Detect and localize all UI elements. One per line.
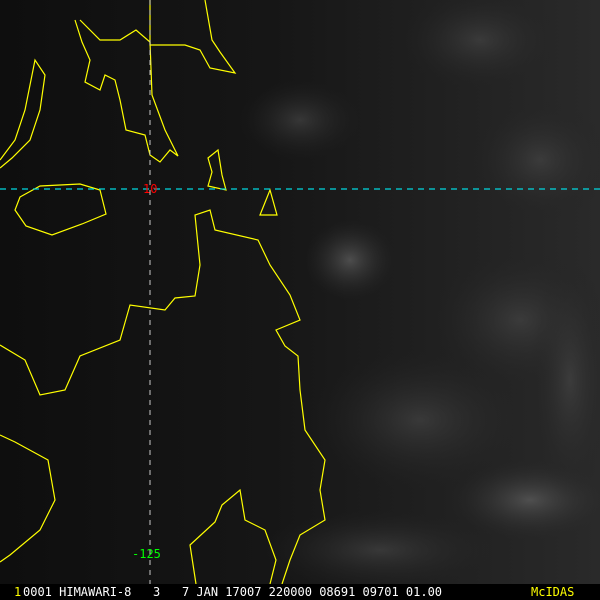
satellite-imagery	[0, 0, 600, 600]
info-bar: 1 0001 HIMAWARI-8 3 7 JAN 17007 220000 0…	[0, 584, 600, 600]
satellite-image-viewer: 10 -125 1 0001 HIMAWARI-8 3 7 JAN 17007 …	[0, 0, 600, 600]
longitude-label: -125	[132, 547, 161, 561]
latitude-label: 10	[143, 182, 158, 196]
frame-number: 1	[14, 585, 22, 599]
image-metadata: 0001 HIMAWARI-8 3 7 JAN 17007 220000 086…	[23, 585, 443, 599]
mcidas-brand: McIDAS	[531, 585, 575, 599]
